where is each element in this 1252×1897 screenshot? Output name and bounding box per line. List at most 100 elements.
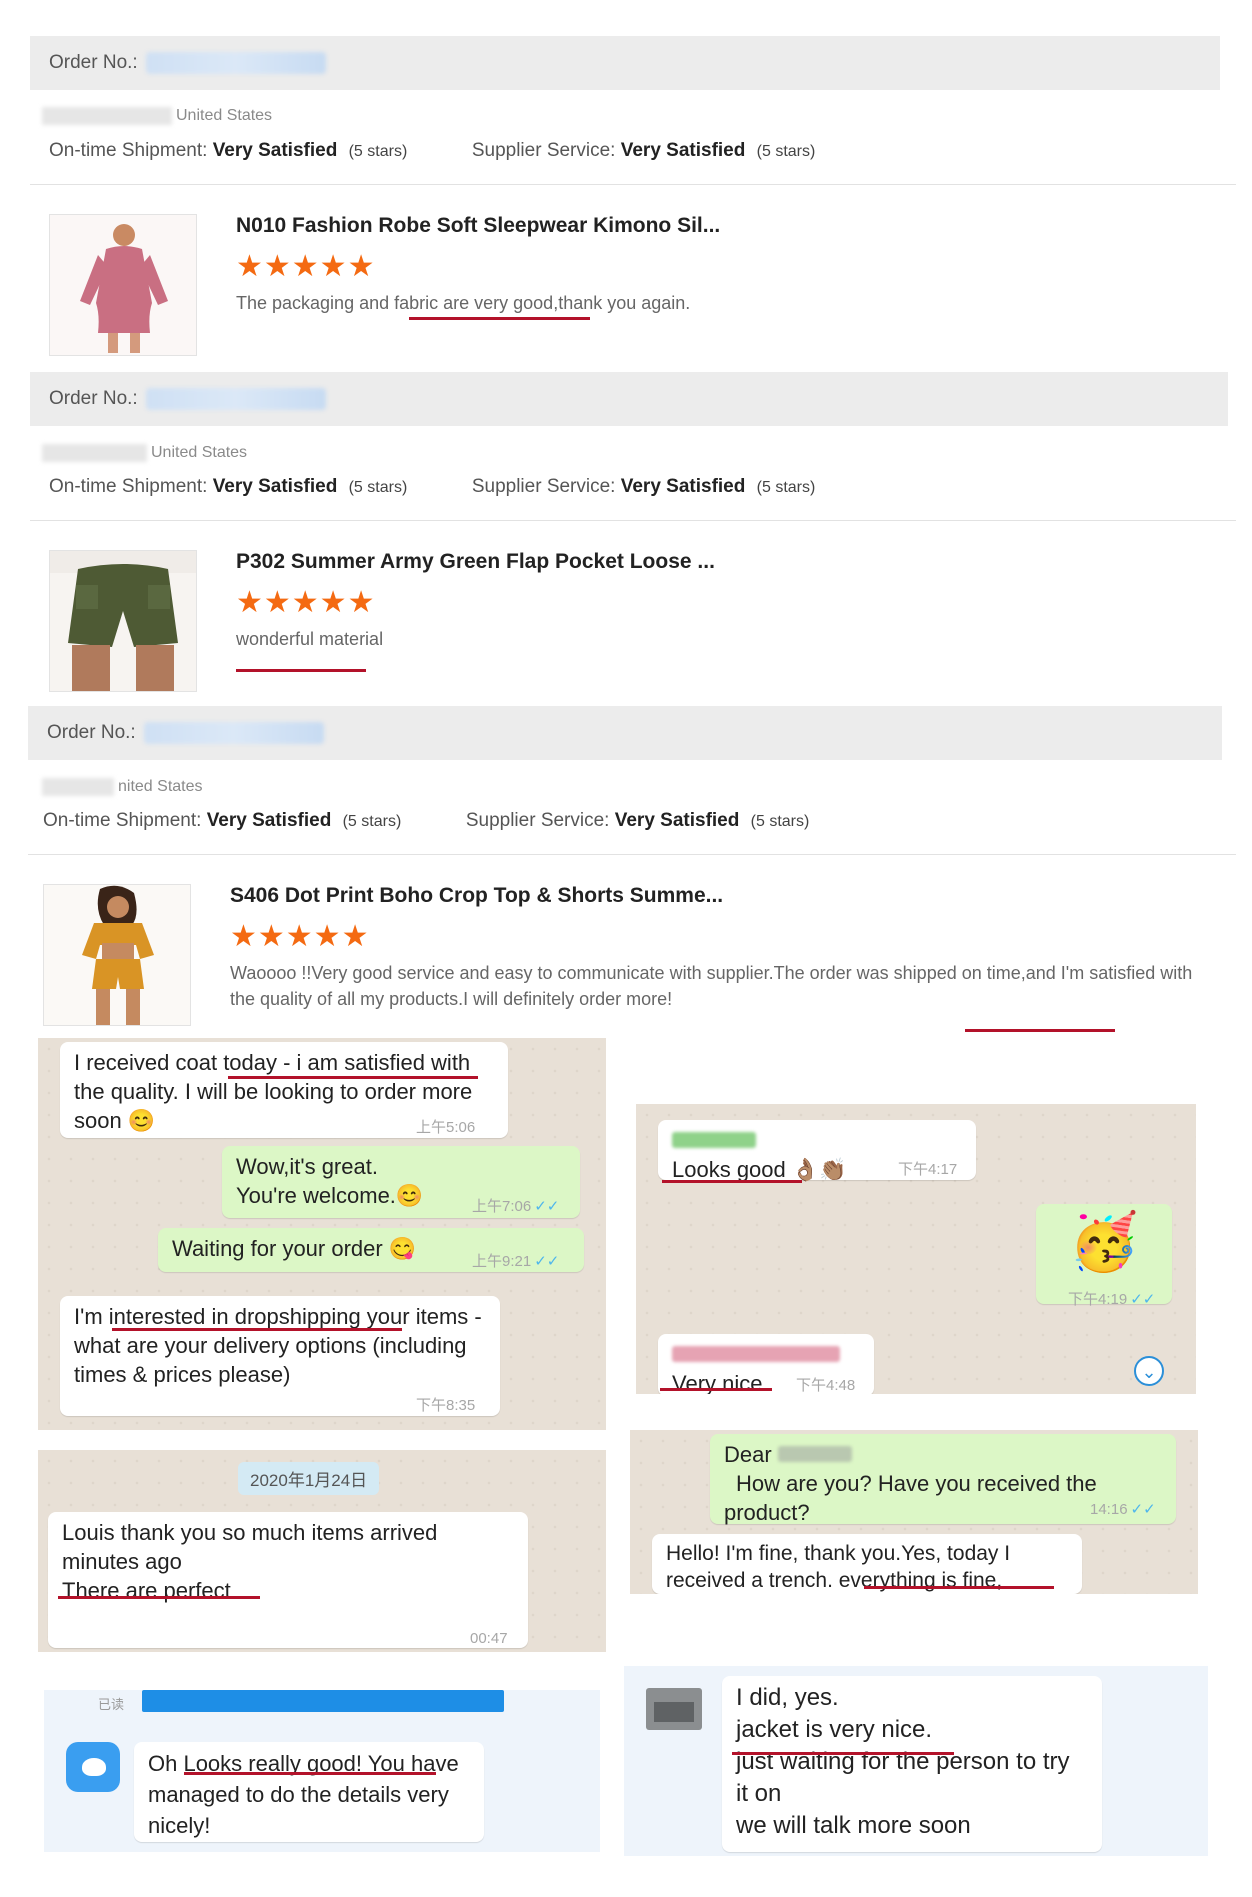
supplier-stars: (5 stars) bbox=[756, 479, 816, 496]
highlight-underline bbox=[184, 1772, 436, 1775]
message-text: How are you? Have you received the bbox=[736, 1471, 1097, 1496]
highlight-underline bbox=[112, 1328, 402, 1331]
chat-bubble-incoming: I did, yes. jacket is very nice. just wa… bbox=[722, 1676, 1102, 1852]
product-image[interactable] bbox=[43, 884, 191, 1026]
outgoing-message-bar bbox=[142, 1690, 504, 1712]
message-text: Wow,it's great. bbox=[236, 1154, 378, 1179]
supplier-label: Supplier Service: bbox=[471, 140, 616, 161]
highlight-underline bbox=[662, 1180, 802, 1183]
sender-name-redacted bbox=[672, 1126, 962, 1155]
message-time: 下午4:19 ✓✓ bbox=[1068, 1291, 1156, 1308]
chat-screenshot-6: I did, yes. jacket is very nice. just wa… bbox=[624, 1666, 1208, 1856]
supplier-value: Very Satisfied bbox=[620, 476, 746, 497]
country-text: United States bbox=[176, 107, 273, 124]
message-line: we will talk more soon bbox=[736, 1812, 971, 1839]
product-title[interactable]: S406 Dot Print Boho Crop Top & Shorts Su… bbox=[230, 884, 723, 908]
message-text: Waiting for your order 😋 bbox=[172, 1236, 417, 1261]
message-time: 上午5:06 bbox=[416, 1119, 476, 1136]
message-text: Looks good 👌🏽👏🏽 bbox=[672, 1157, 847, 1182]
order-number-redacted bbox=[145, 52, 326, 74]
contact-avatar-icon[interactable] bbox=[646, 1688, 702, 1730]
highlight-underline bbox=[228, 1076, 478, 1079]
highlight-underline bbox=[965, 1029, 1115, 1032]
message-time: 下午4:17 bbox=[898, 1161, 958, 1178]
ratings-row: On-time Shipment: Very Satisfied (5 star… bbox=[43, 810, 809, 832]
message-text: There are perfect bbox=[62, 1578, 231, 1603]
recipient-name-redacted bbox=[777, 1446, 852, 1462]
buyer-name-redacted bbox=[42, 444, 147, 462]
message-time: 下午4:48 bbox=[796, 1377, 856, 1394]
product-title[interactable]: N010 Fashion Robe Soft Sleepwear Kimono … bbox=[236, 214, 720, 238]
order-label: Order No.: bbox=[47, 722, 136, 743]
message-text: Hello! I'm fine, thank you.Yes, today I … bbox=[666, 1542, 1011, 1592]
review-comment: Waoooo !!Very good service and easy to c… bbox=[230, 963, 1193, 1009]
supplier-stars: (5 stars) bbox=[756, 143, 816, 160]
shipment-label: On-time Shipment: bbox=[49, 140, 208, 161]
supplier-label: Supplier Service: bbox=[465, 810, 610, 831]
order-bar: Order No.: bbox=[28, 706, 1222, 760]
message-time: 14:16 ✓✓ bbox=[1090, 1501, 1156, 1518]
message-text: I received coat today - i am satisfied w… bbox=[74, 1050, 473, 1133]
message-line: just waiting for the person to try it on bbox=[736, 1748, 1070, 1807]
chat-screenshot-4: Dear How are you? Have you received the … bbox=[630, 1430, 1198, 1594]
chat-screenshot-3: 2020年1月24日 Louis thank you so much items… bbox=[38, 1450, 606, 1652]
shipment-stars: (5 stars) bbox=[348, 143, 408, 160]
message-time: 上午9:21 ✓✓ bbox=[472, 1253, 560, 1270]
review-comment: The packaging and fabric are very good,t… bbox=[236, 293, 691, 313]
contact-avatar-icon[interactable] bbox=[66, 1742, 120, 1792]
message-line: I did, yes. bbox=[736, 1684, 839, 1711]
message-time: 00:47 bbox=[470, 1630, 508, 1647]
product-title[interactable]: P302 Summer Army Green Flap Pocket Loose… bbox=[236, 550, 715, 574]
date-separator: 2020年1月24日 bbox=[238, 1462, 380, 1495]
product-image[interactable] bbox=[49, 214, 197, 356]
order-label: Order No.: bbox=[49, 52, 138, 73]
chat-screenshot-5: 已读 Oh Looks really good! You have manage… bbox=[44, 1690, 600, 1852]
ratings-row: On-time Shipment: Very Satisfied (5 star… bbox=[49, 140, 815, 162]
order-label: Order No.: bbox=[49, 388, 138, 409]
highlight-underline bbox=[409, 317, 590, 320]
message-line: Dear bbox=[724, 1440, 1162, 1469]
party-face-sticker: 🥳 bbox=[1069, 1210, 1139, 1273]
supplier-stars: (5 stars) bbox=[750, 813, 810, 830]
supplier-label: Supplier Service: bbox=[471, 476, 616, 497]
buyer-country: United States bbox=[42, 107, 272, 125]
reviews-panel: Order No.: United States On-time Shipmen… bbox=[14, 14, 1238, 1034]
rating-stars: ★★★★★ bbox=[230, 920, 370, 953]
message-time: 上午7:06 ✓✓ bbox=[472, 1198, 560, 1215]
order-number-redacted bbox=[145, 388, 326, 410]
chat-bubble-incoming: Hello! I'm fine, thank you.Yes, today I … bbox=[652, 1534, 1082, 1594]
buyer-country: United States bbox=[42, 444, 247, 462]
order-bar: Order No.: bbox=[30, 372, 1228, 426]
order-number-redacted bbox=[143, 722, 324, 744]
shipment-label: On-time Shipment: bbox=[43, 810, 202, 831]
buyer-country: nited States bbox=[42, 778, 203, 796]
ratings-row: On-time Shipment: Very Satisfied (5 star… bbox=[49, 476, 815, 498]
highlight-underline bbox=[58, 1596, 260, 1599]
sender-name-redacted bbox=[672, 1340, 860, 1369]
rating-stars: ★★★★★ bbox=[236, 586, 376, 619]
highlight-underline bbox=[236, 669, 366, 672]
read-status: 已读 bbox=[98, 1697, 125, 1712]
country-text: nited States bbox=[118, 778, 203, 795]
buyer-name-redacted bbox=[42, 778, 114, 796]
message-text: I'm interested in dropshipping your item… bbox=[74, 1304, 482, 1387]
message-text: Louis thank you so much items arrived mi… bbox=[62, 1520, 438, 1574]
supplier-value: Very Satisfied bbox=[620, 140, 746, 161]
message-text: Oh Looks really good! You have managed t… bbox=[148, 1751, 459, 1838]
shipment-stars: (5 stars) bbox=[348, 479, 408, 496]
highlight-underline bbox=[660, 1388, 772, 1391]
shipment-value: Very Satisfied bbox=[212, 476, 338, 497]
supplier-value: Very Satisfied bbox=[614, 810, 740, 831]
shipment-stars: (5 stars) bbox=[342, 813, 402, 830]
chat-screenshot-2: Looks good 👌🏽👏🏽 下午4:17 🥳 下午4:19 ✓✓ Very n… bbox=[636, 1104, 1196, 1394]
country-text: United States bbox=[151, 444, 248, 461]
scroll-down-icon[interactable]: ⌄ bbox=[1134, 1356, 1164, 1386]
chat-bubble-incoming: Louis thank you so much items arrived mi… bbox=[48, 1512, 528, 1648]
rating-stars: ★★★★★ bbox=[236, 250, 376, 283]
message-line: jacket is very nice. bbox=[736, 1716, 933, 1743]
shipment-label: On-time Shipment: bbox=[49, 476, 208, 497]
product-image[interactable] bbox=[49, 550, 197, 692]
shipment-value: Very Satisfied bbox=[212, 140, 338, 161]
chat-screenshot-1: I received coat today - i am satisfied w… bbox=[38, 1038, 606, 1430]
highlight-underline bbox=[864, 1586, 1054, 1589]
